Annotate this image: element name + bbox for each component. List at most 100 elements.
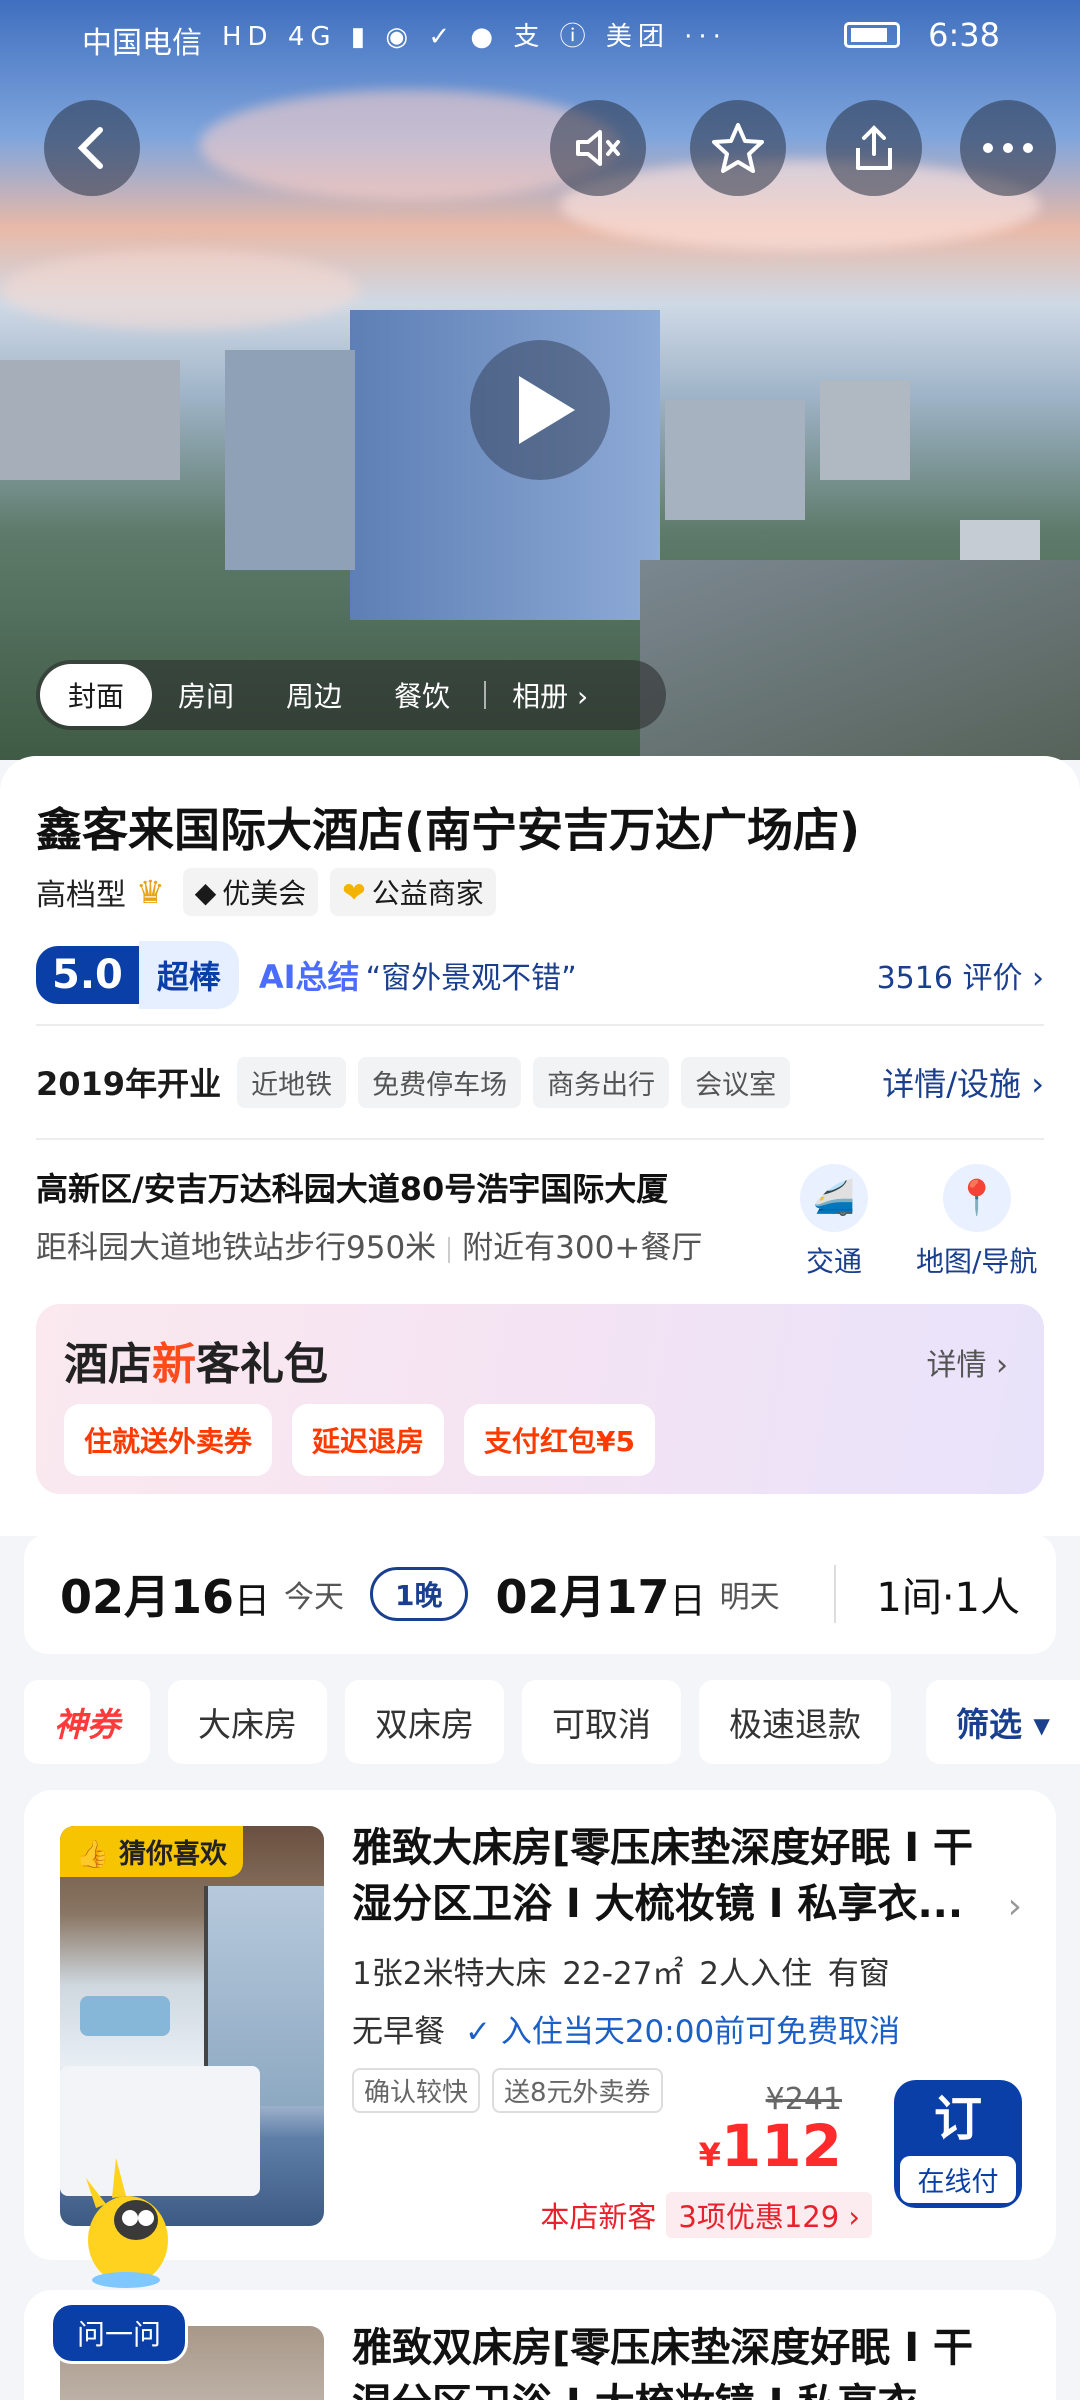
tab-album[interactable]: 相册 › — [486, 664, 614, 726]
date-selector[interactable]: 02月16日 今天 1晚 02月17日 明天 1间·1人 — [24, 1534, 1056, 1654]
location-info: 距科园大道地铁站步行950米 附近有300+餐厅 — [36, 1222, 702, 1267]
gift-title-part: 酒店 — [64, 1339, 152, 1390]
map-nav-button[interactable]: 📍 地图/导航 — [916, 1164, 1037, 1280]
gift-chip[interactable]: 延迟退房 — [292, 1404, 445, 1476]
date-unit: 日 — [669, 1581, 706, 1622]
cancel-policy: ✓ 入住当天20:00前可免费取消 — [465, 2014, 901, 2050]
diamond-icon: ◆ — [194, 875, 217, 909]
mute-icon — [576, 130, 620, 166]
filter-button[interactable]: 筛选 ▾ — [925, 1680, 1080, 1764]
room-title: 雅致双床房[零压床垫深度好眠 I 干 湿分区卫浴 I 大梳妆镜 I 私享衣... — [352, 2320, 1052, 2400]
battery-icon — [844, 22, 900, 48]
hotel-address[interactable]: 高新区/安吉万达科园大道80号浩宇国际大厦 — [36, 1164, 668, 1210]
side-building — [820, 380, 910, 480]
tab-dining[interactable]: 餐饮 — [368, 664, 476, 726]
facilities-row[interactable]: 2019年开业 近地铁 免费停车场 商务出行 会议室 详情/设施 › — [36, 1054, 1044, 1110]
map-nav-label: 地图/导航 — [916, 1245, 1038, 1278]
heart-icon: ❤ — [342, 875, 366, 909]
checkout-label: 明天 — [719, 1580, 780, 1615]
side-building — [665, 400, 805, 520]
currency-symbol: ¥ — [698, 2136, 721, 2174]
hero-image[interactable]: 中国电信 HD 4G ▮ ◉ ✓ ● 支 ⓘ 美团 ··· 6:38 封面 房间… — [0, 0, 1080, 760]
checkin-date[interactable]: 02月16日 — [60, 1561, 270, 1627]
charity-label: 公益商家 — [371, 877, 484, 910]
room-tag: 确认较快 — [352, 2068, 481, 2113]
gift-chip[interactable]: 支付红包¥5 — [464, 1404, 655, 1476]
checkout-date-value: 02月17 — [495, 1570, 670, 1624]
share-button[interactable] — [826, 100, 922, 196]
facility-chip: 免费停车场 — [358, 1056, 522, 1108]
hotel-info-card: 鑫客来国际大酒店(南宁安吉万达广场店) 高档型 ♛ ◆ 优美会 ❤ 公益商家 5.0… — [0, 756, 1080, 1536]
mascot-icon — [86, 2158, 168, 2288]
traffic-label: 交通 — [805, 1245, 862, 1278]
hotel-name: 鑫客来国际大酒店(南宁安吉万达广场店) — [36, 803, 861, 857]
ask-button[interactable]: 问一问 — [50, 2302, 189, 2364]
room-title: 雅致大床房[零压床垫深度好眠 I 干 湿分区卫浴 I 大梳妆镜 I 私享衣... — [352, 1820, 1052, 1932]
membership-label: 优美会 — [222, 877, 307, 910]
room-title-line: 雅致双床房[零压床垫深度好眠 I 干 — [352, 2325, 974, 2371]
play-icon — [519, 376, 575, 444]
filter-chip[interactable]: 可取消 — [522, 1680, 681, 1764]
room-title-line: 湿分区卫浴 I 大梳妆镜 I 私享衣... — [352, 2376, 1052, 2400]
gift-title-new: 新 — [152, 1339, 196, 1390]
rating-row[interactable]: 5.0 超棒 AI总结 “窗外景观不错” 3516 评价 › — [36, 941, 1044, 1009]
coupon-filter[interactable]: 神券 — [24, 1680, 150, 1764]
ai-summary-label: AI总结 — [258, 958, 360, 996]
metro-icon: 🚄 — [800, 1164, 868, 1232]
star-icon — [712, 123, 764, 173]
cloud — [0, 250, 360, 330]
tab-cover[interactable]: 封面 — [40, 664, 153, 726]
promo-label: 本店新客 — [540, 2200, 657, 2234]
pillow-shape — [80, 1996, 170, 2036]
rooms-guests-selector[interactable]: 1间·1人 — [834, 1565, 1020, 1623]
hotel-tags: 高档型 ♛ ◆ 优美会 ❤ 公益商家 — [36, 868, 508, 916]
road — [640, 560, 1080, 760]
reviews-link[interactable]: 3516 评价 › — [877, 953, 1044, 997]
more-button[interactable] — [960, 100, 1056, 196]
favorite-button[interactable] — [690, 100, 786, 196]
separator — [448, 1236, 451, 1263]
nights-badge: 1晚 — [370, 1567, 468, 1621]
date-unit: 日 — [234, 1581, 271, 1622]
tab-rooms[interactable]: 房间 — [152, 664, 260, 726]
room-tag: 送8元外卖券 — [492, 2068, 663, 2113]
filter-chip[interactable]: 双床房 — [345, 1680, 504, 1764]
ai-summary-quote: “窗外景观不错” — [365, 961, 577, 996]
nearby-restaurants: 附近有300+餐厅 — [462, 1230, 703, 1266]
chevron-right-icon[interactable]: › — [1008, 1886, 1022, 1927]
book-button[interactable]: 订 在线付 — [894, 2080, 1022, 2208]
room-filters: 神券 大床房 双床房 可取消 极速退款 筛选 ▾ — [24, 1680, 1080, 1764]
filter-chip[interactable]: 极速退款 — [699, 1680, 891, 1764]
room-specs: 1张2米特大床 22-27㎡ 2人入住 有窗 — [352, 1956, 890, 1992]
gallery-tabs: 封面 房间 周边 餐饮 相册 › — [36, 660, 666, 730]
facility-chip: 会议室 — [681, 1056, 791, 1108]
carrier-name: 中国电信 — [82, 26, 202, 61]
promo-info[interactable]: 本店新客 3项优惠129 › — [540, 2192, 872, 2238]
membership-chip[interactable]: ◆ 优美会 — [182, 868, 319, 916]
back-button[interactable] — [44, 100, 140, 196]
filter-chip[interactable]: 大床房 — [168, 1680, 327, 1764]
facilities-link[interactable]: 详情/设施 › — [882, 1059, 1044, 1105]
new-guest-gift-banner[interactable]: 酒店新客礼包 详情 › 住就送外卖券 延迟退房 支付红包¥5 — [36, 1304, 1044, 1494]
metro-distance: 距科园大道地铁站步行950米 — [36, 1230, 437, 1266]
assistant-float[interactable]: 问一问 — [46, 2138, 196, 2364]
room-tags: 确认较快 送8元外卖券 — [352, 2068, 675, 2113]
room-title-line: 雅致大床房[零压床垫深度好眠 I 干 — [352, 1825, 974, 1871]
checkin-label: 今天 — [284, 1580, 345, 1615]
mute-button[interactable] — [550, 100, 646, 196]
pay-online-label: 在线付 — [900, 2156, 1016, 2203]
hotel-level: 高档型 — [36, 878, 126, 913]
back-icon — [77, 127, 103, 169]
rating-score: 5.0 — [36, 946, 139, 1004]
location-pin-icon: 📍 — [942, 1164, 1011, 1232]
play-video-button[interactable] — [470, 340, 610, 480]
gift-chip[interactable]: 住就送外卖券 — [64, 1404, 273, 1476]
traffic-button[interactable]: 🚄 交通 — [800, 1164, 868, 1280]
tab-nearby[interactable]: 周边 — [260, 664, 368, 726]
gift-detail-link[interactable]: 详情 › — [926, 1340, 1008, 1384]
charity-chip[interactable]: ❤ 公益商家 — [330, 868, 496, 916]
checkout-date[interactable]: 02月17日 — [496, 1561, 706, 1627]
opened-year: 2019年开业 — [36, 1065, 222, 1103]
more-icon — [983, 143, 1033, 153]
price-value: 112 — [720, 2112, 842, 2180]
